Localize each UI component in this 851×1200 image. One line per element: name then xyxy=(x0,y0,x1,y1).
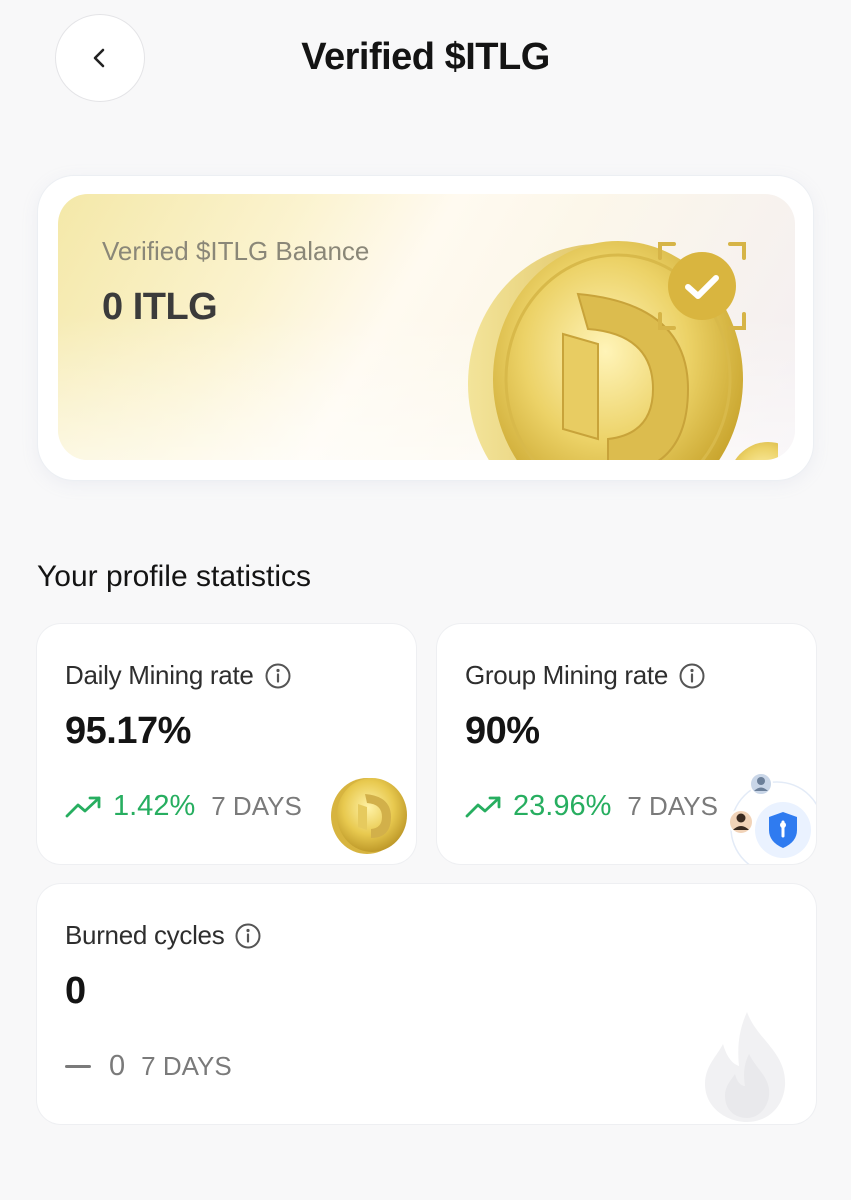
daily-trend-value: 1.42% xyxy=(113,790,196,822)
info-icon[interactable] xyxy=(678,662,706,690)
burned-cycles-card: Burned cycles 0 0 7 DAYS xyxy=(37,884,816,1124)
trend-up-icon xyxy=(65,796,101,817)
balance-label: Verified $ITLG Balance xyxy=(102,236,370,266)
group-trend-period: 7 DAYS xyxy=(627,791,718,821)
shield-icon xyxy=(728,772,816,864)
burned-cycles-label: Burned cycles xyxy=(65,920,262,951)
group-mining-value: 90% xyxy=(465,710,540,752)
dash-icon xyxy=(65,1064,91,1068)
coin-icon xyxy=(331,778,407,854)
info-icon[interactable] xyxy=(264,662,292,690)
verified-check-icon xyxy=(658,242,746,330)
daily-mining-card: Daily Mining rate 95.17% 1.42% 7 DAYS xyxy=(37,624,416,864)
burned-cycles-value: 0 xyxy=(65,970,86,1012)
daily-mining-value: 95.17% xyxy=(65,710,191,752)
info-icon[interactable] xyxy=(234,922,262,950)
group-trend-value: 23.96% xyxy=(513,790,612,822)
group-mining-label: Group Mining rate xyxy=(465,660,706,691)
trend-up-icon xyxy=(465,796,501,817)
burned-cycles-trend: 0 7 DAYS xyxy=(65,1050,232,1083)
balance-card-inner: Verified $ITLG Balance 0 ITLG xyxy=(58,194,795,460)
flame-icon xyxy=(705,1012,786,1122)
burned-trend-value: 0 xyxy=(109,1050,126,1082)
burned-trend-period: 7 DAYS xyxy=(141,1051,232,1081)
daily-mining-trend: 1.42% 7 DAYS xyxy=(65,790,302,823)
group-mining-trend: 23.96% 7 DAYS xyxy=(465,790,718,823)
group-mining-card: Group Mining rate 90% 23.96% 7 DAYS xyxy=(437,624,816,864)
daily-mining-label: Daily Mining rate xyxy=(65,660,292,691)
page-title: Verified $ITLG xyxy=(301,36,550,78)
section-title: Your profile statistics xyxy=(37,560,312,593)
balance-card: Verified $ITLG Balance 0 ITLG xyxy=(38,176,813,480)
daily-trend-period: 7 DAYS xyxy=(211,791,302,821)
balance-value: 0 ITLG xyxy=(102,286,218,328)
